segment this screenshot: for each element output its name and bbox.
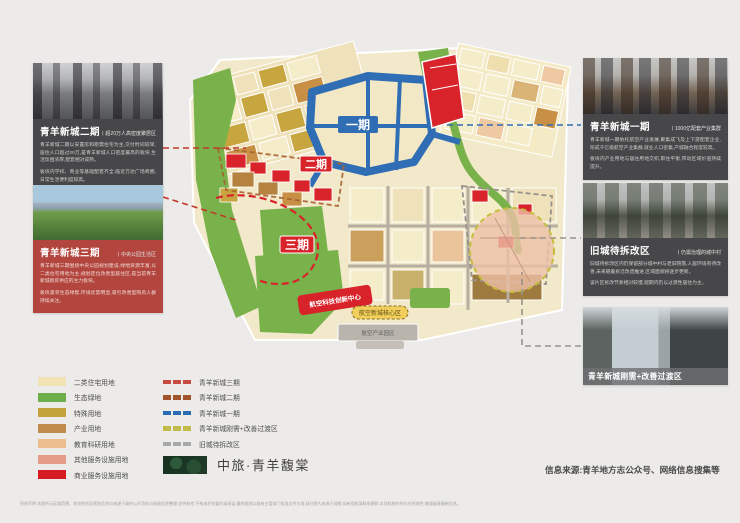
connector-transition [522, 272, 581, 346]
grid-roads [348, 186, 558, 310]
info-source-text: 信息来源:青羊地方志公众号、网络信息搜集等 [545, 464, 720, 476]
legend-swatch [38, 393, 66, 402]
aviation-banner: 航空科技创新中心 [297, 284, 373, 315]
brand-logo-text: 中旅·青羊馥棠 [217, 455, 310, 474]
legend-item: 青羊新城一期 [163, 405, 278, 421]
phase3-photo [33, 185, 163, 240]
card-paragraph: 旧城待拆改区内仍保留部分城中村与老旧院落,人居环境有待改善,未来随着拆迁改造推进… [590, 261, 721, 276]
oldtown-photo [583, 183, 728, 238]
card-transition: 青羊新城刚需+改善过渡区 [583, 307, 728, 385]
green-river-band [442, 100, 518, 250]
svg-text:航空产业园区: 航空产业园区 [361, 329, 395, 337]
boundary-legend: 青羊新城三期 青羊新城二期 青羊新城一期 青羊新城刚需+改善过渡区 旧城待拆改区 [163, 374, 278, 452]
legend-item: 生态绿地 [38, 390, 128, 406]
phase2-boundary [218, 148, 344, 206]
legend-label: 青羊新城三期 [199, 377, 240, 387]
legend-swatch [38, 377, 66, 386]
card-subtitle: 丨超20万人高密度聚居区 [100, 130, 156, 137]
transition-photo: 青羊新城刚需+改善过渡区 [583, 307, 728, 385]
card-oldtown: 旧城待拆改区 丨仍需治理的城中村 旧城待拆改区内仍保留部分城中村与老旧院落,人居… [583, 183, 728, 296]
card-title: 青羊新城三期 [40, 245, 100, 259]
card-phase2: 青羊新城二期 丨超20万人高密度聚居区 青羊新城二期以安置房和刚需住宅为主,交付… [33, 63, 163, 192]
svg-text:二期: 二期 [305, 157, 327, 171]
legend-label: 生态绿地 [74, 392, 101, 402]
card-subtitle: 丨仍需治理的城中村 [676, 249, 721, 256]
green-space [193, 48, 518, 334]
oldtown-boundary [462, 186, 552, 284]
landuse-legend: 二类住宅用地 生态绿地 特殊用地 产业用地 教育科研用地 其他服务设施用地 商业… [38, 374, 128, 483]
svg-text:航空科技创新中心: 航空科技创新中心 [309, 292, 362, 309]
legend-dash-swatch [163, 442, 191, 447]
phase1-label: 一期 [346, 117, 370, 132]
legend-label: 特殊用地 [74, 408, 101, 418]
legend-item: 二类住宅用地 [38, 374, 128, 390]
card-phase3: 青羊新城三期 丨中央公园生活区 青羊新城三期围绕中央公园规划建设,绿地资源丰富,… [33, 185, 163, 313]
district-map: 一期 航空科技创新中心 [160, 38, 590, 353]
legend-label: 教育科研用地 [74, 439, 115, 449]
legend-item: 旧城待拆改区 [163, 436, 278, 452]
card-paragraph: 板块内学校、商业等基础配套齐全,临近万达广场商圈,日常生活便利度较高。 [40, 169, 156, 184]
northwest-parcels [201, 41, 378, 175]
red-landmark [422, 54, 464, 128]
connector-phase3 [163, 197, 236, 220]
legend-item: 商业服务设施用地 [38, 467, 128, 483]
legend-dash-swatch [163, 380, 191, 385]
legend-item: 青羊新城刚需+改善过渡区 [163, 421, 278, 437]
legend-swatch [38, 439, 66, 448]
legend-item: 青羊新城二期 [163, 390, 278, 406]
brand-logo: 中旅·青羊馥棠 [163, 455, 310, 474]
card-title: 旧城待拆改区 [590, 243, 650, 257]
card-phase1: 青羊新城一期 丨1000亿配套产业集群 青羊新城一期依托航空产业发展,聚集成飞及… [583, 58, 728, 180]
legend-item: 其他服务设施用地 [38, 452, 128, 468]
legend-label: 商业服务设施用地 [74, 470, 128, 480]
legend-label: 青羊新城一期 [199, 408, 240, 418]
legend-swatch [38, 455, 66, 464]
phase2-label: 二期 [300, 156, 332, 172]
transition-zone-circle [470, 208, 554, 292]
legend-label: 青羊新城刚需+改善过渡区 [199, 423, 278, 433]
legend-item: 青羊新城三期 [163, 374, 278, 390]
legend-dash-swatch [163, 426, 191, 431]
legend-label: 青羊新城二期 [199, 392, 240, 402]
legend-dash-swatch [163, 411, 191, 416]
grid-parcels [348, 186, 558, 310]
qingyang-newtown-poster: 一期 航空科技创新中心 [0, 0, 740, 523]
core-zone-pill: 航空新城核心区 [352, 306, 408, 319]
legend-swatch [38, 408, 66, 417]
card-subtitle: 丨1000亿配套产业集群 [670, 125, 721, 132]
legend-dash-swatch [163, 395, 191, 400]
card-title: 青羊新城刚需+改善过渡区 [583, 368, 728, 385]
svg-text:航空新城核心区: 航空新城核心区 [359, 309, 401, 317]
brand-logo-image [163, 456, 207, 474]
card-paragraph: 青羊新城一期依托航空产业发展,聚集成飞及上下游配套企业,形成千亿级航空产业集群,… [590, 137, 721, 152]
phase2-photo [33, 63, 163, 119]
legend-label: 旧城待拆改区 [199, 439, 240, 449]
phase2-blocks [220, 154, 532, 248]
card-paragraph: 青羊新城三期围绕中央公园规划建设,绿地资源丰富,以二类住宅用地为主,规划定位改善… [40, 263, 156, 286]
card-title: 青羊新城二期 [40, 124, 100, 138]
phase3-boundary [216, 195, 318, 284]
legend-label: 二类住宅用地 [74, 377, 115, 387]
legend-swatch [38, 470, 66, 479]
card-paragraph: 青羊新城二期以安置房和刚需住宅为主,交付时间较早,居住人口超过20万,是青羊新城… [40, 142, 156, 165]
card-paragraph: 板块内产业用地与居住用地交织,职住平衡,带动区域价值持续提升。 [590, 156, 721, 171]
disclaimer-text: 免责声明:本图所示区域范围、地块性质及规划信息均来源于政府公开资料与网络信息整理… [20, 501, 720, 507]
legend-item: 产业用地 [38, 421, 128, 437]
phase1-area: 一期 [310, 76, 460, 186]
legend-item: 特殊用地 [38, 405, 128, 421]
legend-swatch [38, 424, 66, 433]
legend-label: 其他服务设施用地 [74, 454, 128, 464]
card-title: 青羊新城一期 [590, 119, 650, 133]
card-paragraph: 板块紧邻生态绿楔,环境优势明显,吸引改善型购房人群持续关注。 [40, 290, 156, 305]
phase1-photo [583, 58, 728, 114]
industry-park: 航空产业园区 [338, 324, 418, 349]
svg-text:三期: 三期 [285, 237, 309, 252]
northeast-parcels [439, 43, 571, 157]
map-base [190, 48, 568, 340]
legend-item: 教育科研用地 [38, 436, 128, 452]
phase3-label: 三期 [280, 236, 314, 253]
card-subtitle: 丨中央公园生活区 [116, 251, 156, 258]
legend-label: 产业用地 [74, 423, 101, 433]
card-paragraph: 该片区拆改节奏相对较慢,短期内仍以过渡性居住为主。 [590, 280, 721, 288]
